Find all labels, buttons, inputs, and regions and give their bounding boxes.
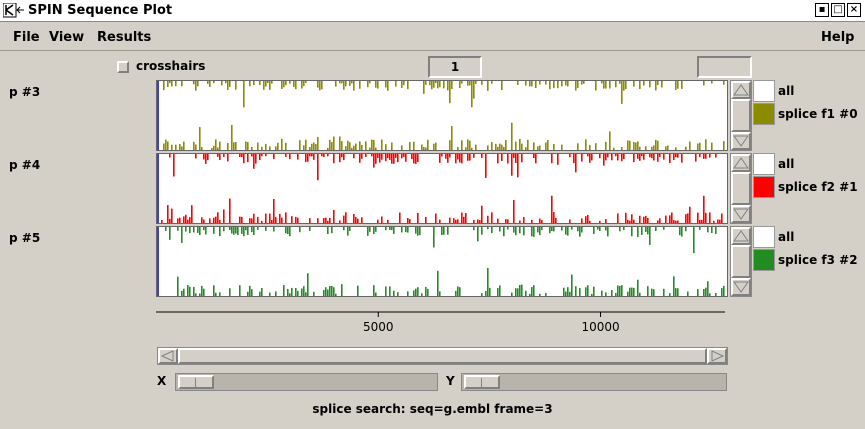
legend-swatch-all[interactable] xyxy=(753,226,775,248)
vertical-scroll-thumb[interactable] xyxy=(731,245,751,278)
maximize-button[interactable]: □ xyxy=(831,3,845,17)
frame-field[interactable]: 1 xyxy=(428,56,482,78)
x-zoom-slider[interactable] xyxy=(175,373,438,391)
horizontal-scroll-thumb[interactable] xyxy=(178,348,707,364)
close-button[interactable]: × xyxy=(847,3,861,17)
legend-swatch-series[interactable] xyxy=(753,249,775,271)
left-arrow-icon xyxy=(160,350,174,362)
down-arrow-icon xyxy=(733,135,749,147)
sequence-plot[interactable] xyxy=(156,226,728,297)
y-zoom-thumb[interactable] xyxy=(464,375,500,389)
close-icon: × xyxy=(849,4,859,15)
legend-label-all: all xyxy=(778,157,795,171)
legend-label-series: splice f1 #0 xyxy=(778,107,858,121)
menu-results[interactable]: Results xyxy=(97,30,151,45)
vertical-scrollbar[interactable] xyxy=(730,80,752,151)
plot-label: p #4 xyxy=(9,158,41,172)
axis-tick-label: 10000 xyxy=(581,320,619,334)
scroll-down-button[interactable] xyxy=(731,132,751,150)
down-arrow-icon xyxy=(733,281,749,293)
x-zoom-label: X xyxy=(157,374,167,388)
menu-bar: File View Results Help xyxy=(0,23,865,51)
vertical-scrollbar[interactable] xyxy=(730,226,752,297)
scroll-up-button[interactable] xyxy=(731,154,751,172)
app-icon xyxy=(3,3,24,18)
down-arrow-icon xyxy=(733,208,749,220)
scroll-down-button[interactable] xyxy=(731,278,751,296)
up-arrow-icon xyxy=(733,84,749,96)
menu-view[interactable]: View xyxy=(49,30,84,45)
crosshairs-checkbox[interactable] xyxy=(117,61,129,73)
scroll-down-button[interactable] xyxy=(731,205,751,223)
y-zoom-label: Y xyxy=(446,374,455,388)
plot-label: p #3 xyxy=(9,85,41,99)
scroll-up-button[interactable] xyxy=(731,81,751,99)
sequence-plot[interactable] xyxy=(156,80,728,151)
y-zoom-slider[interactable] xyxy=(461,373,727,391)
legend-swatch-all[interactable] xyxy=(753,153,775,175)
plot-label: p #5 xyxy=(9,231,41,245)
menu-help[interactable]: Help xyxy=(821,30,854,45)
minimize-icon: ▪ xyxy=(818,4,826,15)
sequence-bars xyxy=(157,154,723,223)
vertical-scroll-thumb[interactable] xyxy=(731,99,751,132)
bars xyxy=(163,81,725,150)
sequence-bars xyxy=(157,227,725,296)
title-bar: SPIN Sequence Plot ▪ □ × xyxy=(0,0,865,22)
x-zoom-thumb[interactable] xyxy=(178,375,214,389)
menu-file[interactable]: File xyxy=(13,30,40,45)
vertical-scroll-thumb[interactable] xyxy=(731,172,751,205)
vertical-scrollbar[interactable] xyxy=(730,153,752,224)
up-arrow-icon xyxy=(733,157,749,169)
status-text: splice search: seq=g.embl frame=3 xyxy=(312,402,553,416)
legend-swatch-series[interactable] xyxy=(753,176,775,198)
legend-swatch-series[interactable] xyxy=(753,103,775,125)
minimize-button[interactable]: ▪ xyxy=(815,3,829,17)
aux-field[interactable] xyxy=(697,56,752,78)
legend-swatch-all[interactable] xyxy=(753,80,775,102)
maximize-icon: □ xyxy=(833,4,843,15)
bars xyxy=(161,154,723,223)
bars xyxy=(165,227,725,296)
axis-tick-label: 5000 xyxy=(363,320,394,334)
x-axis: 5000 10000 xyxy=(156,311,725,334)
up-arrow-icon xyxy=(733,230,749,242)
scroll-left-button[interactable] xyxy=(158,348,178,364)
sequence-plot[interactable] xyxy=(156,153,728,224)
scroll-up-button[interactable] xyxy=(731,227,751,245)
legend-label-series: splice f2 #1 xyxy=(778,180,858,194)
legend-label-series: splice f3 #2 xyxy=(778,253,858,267)
sequence-bars xyxy=(157,81,725,150)
right-arrow-icon xyxy=(711,350,725,362)
crosshairs-label: crosshairs xyxy=(136,59,206,73)
scroll-right-button[interactable] xyxy=(707,348,727,364)
window-title: SPIN Sequence Plot xyxy=(28,3,173,18)
horizontal-scrollbar[interactable] xyxy=(157,347,728,365)
legend-label-all: all xyxy=(778,230,795,244)
legend-label-all: all xyxy=(778,84,795,98)
